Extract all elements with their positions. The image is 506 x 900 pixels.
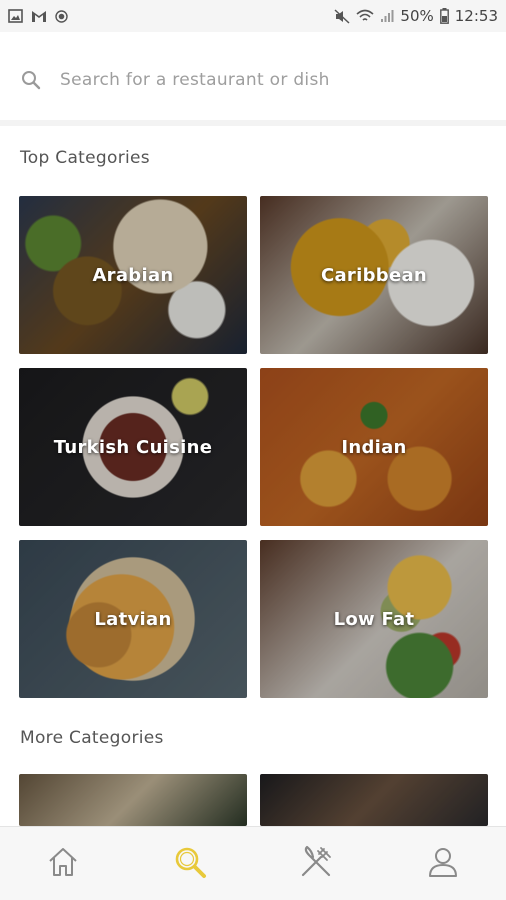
- category-label: Latvian: [94, 608, 172, 630]
- category-tile-low-fat[interactable]: Low Fat: [260, 540, 488, 698]
- category-label: Caribbean: [320, 264, 428, 286]
- signal-icon: [380, 9, 394, 23]
- category-tile-arabian[interactable]: Arabian: [19, 196, 247, 354]
- search-icon: [20, 69, 42, 91]
- profile-icon: [428, 846, 458, 882]
- nav-profile[interactable]: [413, 834, 473, 894]
- more-category-tile[interactable]: [19, 774, 247, 826]
- more-categories-grid: [19, 774, 488, 826]
- tile-shade: [19, 774, 247, 826]
- top-categories-grid: Arabian Caribbean Turkish Cuisine Indian…: [19, 196, 488, 698]
- top-categories-title: Top Categories: [20, 148, 150, 168]
- gmail-icon: [31, 10, 47, 23]
- home-icon: [47, 846, 79, 882]
- clock: 12:53: [454, 7, 498, 25]
- more-categories-title: More Categories: [20, 728, 164, 748]
- bottom-nav: [0, 826, 506, 900]
- tile-shade: [260, 774, 488, 826]
- status-bar: 50% 12:53: [0, 0, 506, 32]
- category-tile-indian[interactable]: Indian: [260, 368, 488, 526]
- mute-icon: [334, 8, 350, 24]
- nav-restaurants[interactable]: [286, 834, 346, 894]
- category-tile-caribbean[interactable]: Caribbean: [260, 196, 488, 354]
- battery-percent: 50%: [400, 7, 434, 25]
- nav-home[interactable]: [33, 834, 93, 894]
- battery-icon: [439, 8, 449, 24]
- wifi-icon: [356, 9, 374, 23]
- category-label: Arabian: [92, 264, 174, 286]
- more-category-tile[interactable]: [260, 774, 488, 826]
- category-label: Indian: [341, 436, 407, 458]
- search-bar[interactable]: [0, 40, 506, 126]
- nav-search[interactable]: [160, 834, 220, 894]
- status-right: 50% 12:53: [334, 7, 498, 25]
- category-label: Low Fat: [333, 608, 415, 630]
- category-label: Turkish Cuisine: [53, 436, 213, 458]
- category-tile-latvian[interactable]: Latvian: [19, 540, 247, 698]
- search-icon: [173, 845, 207, 883]
- gallery-icon: [8, 9, 23, 23]
- fork-knife-icon: [299, 845, 333, 883]
- category-tile-turkish-cuisine[interactable]: Turkish Cuisine: [19, 368, 247, 526]
- status-left: [8, 9, 68, 23]
- record-icon: [55, 9, 68, 23]
- search-input[interactable]: [60, 70, 460, 90]
